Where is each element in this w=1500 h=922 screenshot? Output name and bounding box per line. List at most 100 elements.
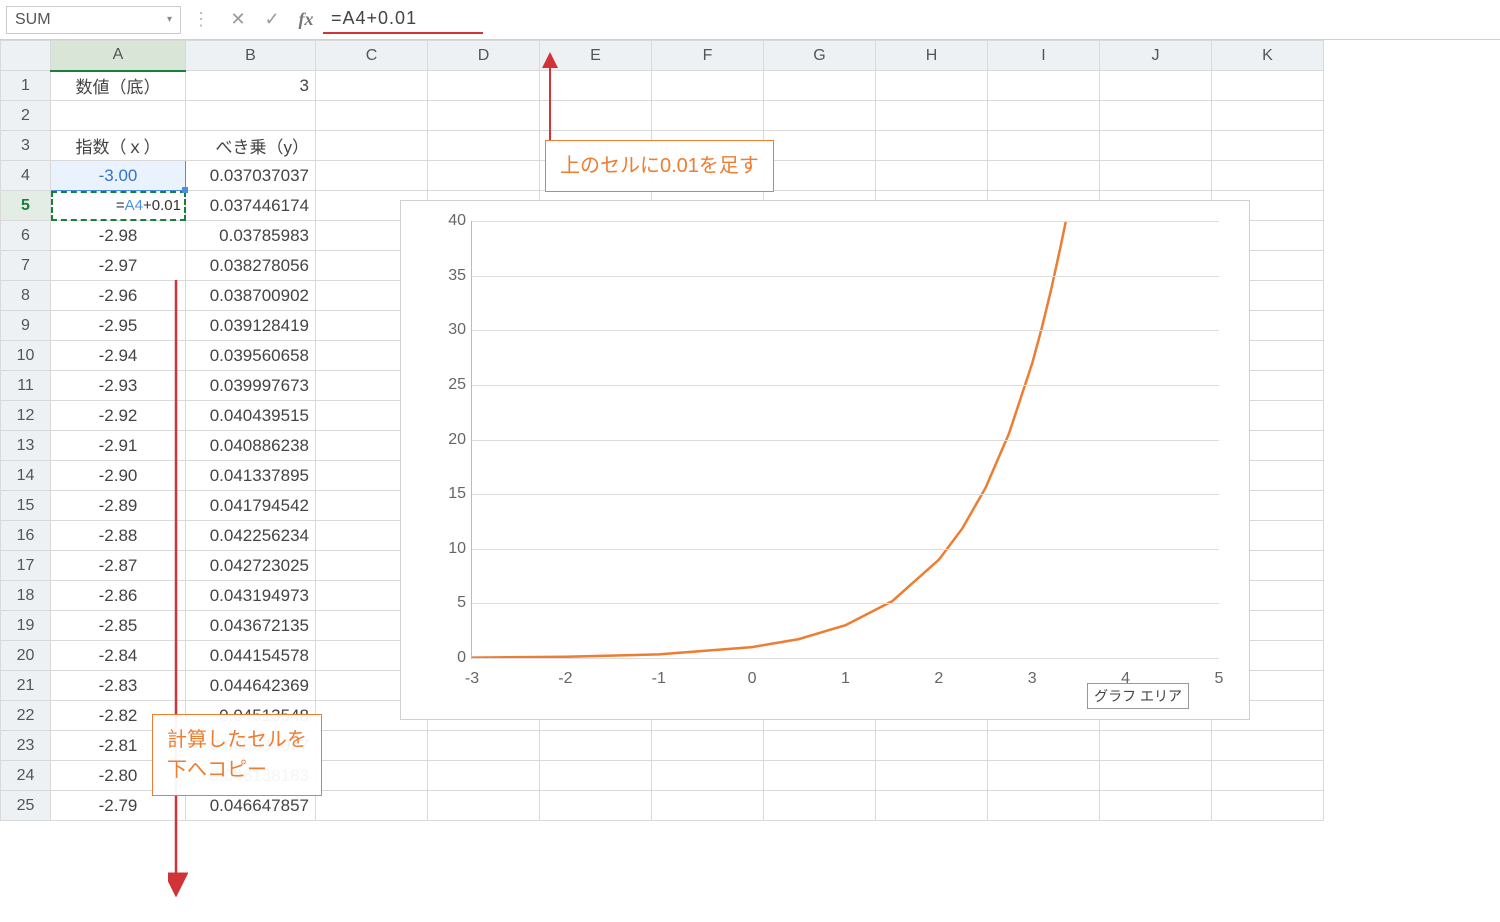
cell[interactable]	[1212, 71, 1324, 101]
cell[interactable]	[876, 761, 988, 791]
row-header[interactable]: 3	[1, 131, 51, 161]
cancel-formula-button[interactable]: ✕	[221, 9, 255, 30]
cell[interactable]: -2.89	[51, 491, 186, 521]
cell[interactable]	[316, 131, 428, 161]
enter-formula-button[interactable]: ✓	[255, 9, 289, 30]
row-header[interactable]: 12	[1, 401, 51, 431]
cell[interactable]: 0.03785983	[186, 221, 316, 251]
cell[interactable]	[540, 791, 652, 821]
col-header-F[interactable]: F	[652, 41, 764, 71]
cell[interactable]: 0.041794542	[186, 491, 316, 521]
cell[interactable]: 0.043194973	[186, 581, 316, 611]
row-header[interactable]: 24	[1, 761, 51, 791]
col-header-K[interactable]: K	[1212, 41, 1324, 71]
cell[interactable]: -2.84	[51, 641, 186, 671]
cell[interactable]: -3.00	[51, 161, 186, 191]
cell[interactable]: 0.039128419	[186, 311, 316, 341]
cell[interactable]	[428, 791, 540, 821]
cell[interactable]	[316, 71, 428, 101]
cell[interactable]	[988, 101, 1100, 131]
cell[interactable]	[876, 731, 988, 761]
cell[interactable]	[764, 101, 876, 131]
cell[interactable]	[988, 161, 1100, 191]
cell[interactable]	[988, 731, 1100, 761]
col-header-C[interactable]: C	[316, 41, 428, 71]
col-header-I[interactable]: I	[988, 41, 1100, 71]
cell[interactable]: 3	[186, 71, 316, 101]
cell[interactable]	[316, 791, 428, 821]
cell[interactable]	[428, 131, 540, 161]
cell[interactable]	[652, 761, 764, 791]
name-box[interactable]: SUM ▾	[6, 6, 181, 34]
row-header[interactable]: 23	[1, 731, 51, 761]
row-header[interactable]: 17	[1, 551, 51, 581]
row-header[interactable]: 9	[1, 311, 51, 341]
cell[interactable]	[540, 761, 652, 791]
cell[interactable]: -2.85	[51, 611, 186, 641]
cell[interactable]: 0.042723025	[186, 551, 316, 581]
cell[interactable]	[51, 101, 186, 131]
cell[interactable]: -2.94	[51, 341, 186, 371]
cell[interactable]: 0.044642369	[186, 671, 316, 701]
cell[interactable]	[540, 731, 652, 761]
chart-area[interactable]: 0510152025303540-3-2-1012345 グラフ エリア	[400, 200, 1250, 720]
row-header[interactable]: 7	[1, 251, 51, 281]
cell[interactable]: 0.039560658	[186, 341, 316, 371]
cell[interactable]	[652, 101, 764, 131]
cell[interactable]	[988, 71, 1100, 101]
cell[interactable]	[988, 761, 1100, 791]
cell[interactable]: -2.96	[51, 281, 186, 311]
row-header[interactable]: 21	[1, 671, 51, 701]
cell[interactable]	[316, 101, 428, 131]
cell[interactable]	[652, 731, 764, 761]
cell[interactable]	[1212, 101, 1324, 131]
cell[interactable]: -2.90	[51, 461, 186, 491]
cell[interactable]	[428, 71, 540, 101]
cell[interactable]: 0.039997673	[186, 371, 316, 401]
cell[interactable]	[1100, 71, 1212, 101]
row-header[interactable]: 20	[1, 641, 51, 671]
cell[interactable]: =A4+0.01	[51, 191, 186, 221]
cell[interactable]	[764, 791, 876, 821]
cell[interactable]	[186, 101, 316, 131]
col-header-B[interactable]: B	[186, 41, 316, 71]
cell[interactable]	[428, 161, 540, 191]
cell[interactable]	[1100, 791, 1212, 821]
cell[interactable]	[316, 731, 428, 761]
row-header[interactable]: 11	[1, 371, 51, 401]
cell[interactable]: 指数（ｘ）	[51, 131, 186, 161]
cell[interactable]	[1100, 101, 1212, 131]
cell[interactable]: -2.97	[51, 251, 186, 281]
col-header-J[interactable]: J	[1100, 41, 1212, 71]
cell[interactable]	[876, 101, 988, 131]
cell[interactable]: -2.91	[51, 431, 186, 461]
cell[interactable]	[764, 161, 876, 191]
cell[interactable]	[764, 131, 876, 161]
cell[interactable]: -2.95	[51, 311, 186, 341]
cell[interactable]	[316, 161, 428, 191]
row-header[interactable]: 14	[1, 461, 51, 491]
name-box-dropdown-icon[interactable]: ▾	[167, 14, 172, 25]
cell[interactable]	[428, 761, 540, 791]
col-header-A[interactable]: A	[51, 41, 186, 71]
cell[interactable]: 数値（底）	[51, 71, 186, 101]
row-header[interactable]: 8	[1, 281, 51, 311]
cell[interactable]: -2.92	[51, 401, 186, 431]
cell[interactable]: 0.040439515	[186, 401, 316, 431]
cell[interactable]	[1212, 791, 1324, 821]
cell[interactable]: 0.037037037	[186, 161, 316, 191]
cell[interactable]	[1100, 761, 1212, 791]
col-header-H[interactable]: H	[876, 41, 988, 71]
col-header-G[interactable]: G	[764, 41, 876, 71]
cell[interactable]	[876, 791, 988, 821]
cell[interactable]: 0.040886238	[186, 431, 316, 461]
cell[interactable]: 0.041337895	[186, 461, 316, 491]
cell[interactable]	[1100, 161, 1212, 191]
cell[interactable]: -2.87	[51, 551, 186, 581]
cell[interactable]	[764, 71, 876, 101]
row-header[interactable]: 25	[1, 791, 51, 821]
row-header[interactable]: 10	[1, 341, 51, 371]
row-header[interactable]: 6	[1, 221, 51, 251]
cell[interactable]	[1212, 761, 1324, 791]
row-header[interactable]: 2	[1, 101, 51, 131]
